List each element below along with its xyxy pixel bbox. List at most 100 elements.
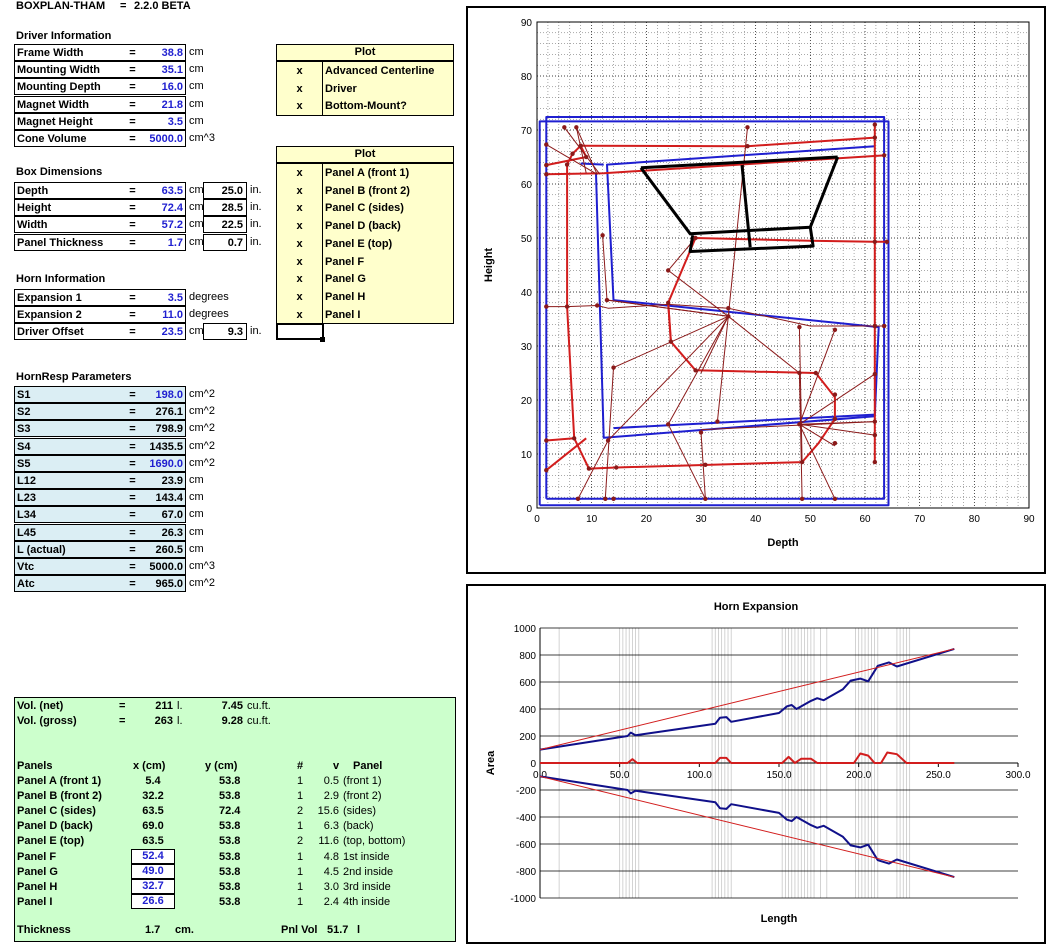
driver-eq: = bbox=[129, 64, 136, 77]
driver-value[interactable]: 5000.0 bbox=[145, 131, 185, 147]
hornresp-value: 276.1 bbox=[155, 406, 183, 419]
plot-checkbox[interactable]: x bbox=[277, 218, 322, 234]
driver-unit: cm bbox=[189, 80, 204, 93]
x-tick-label: 40 bbox=[750, 514, 762, 525]
y-tick-label: 800 bbox=[519, 651, 536, 662]
panel-row-count: 1 bbox=[297, 820, 304, 833]
plot-option-label: Panel C (sides) bbox=[325, 202, 404, 215]
panel-row-volume: 4.8 bbox=[323, 850, 339, 863]
hornresp-value: 798.9 bbox=[155, 423, 183, 436]
pnl-vol-unit: l bbox=[357, 924, 361, 936]
hornresp-row: S5 = 1690.0 bbox=[14, 454, 186, 472]
hornresp-value[interactable]: 1690.0 bbox=[145, 456, 185, 472]
plot-checkbox[interactable]: x bbox=[277, 165, 322, 181]
driver-eq: = bbox=[129, 133, 136, 145]
plot-checkbox[interactable]: x bbox=[277, 289, 322, 305]
plot-checkbox[interactable]: x bbox=[277, 98, 322, 114]
plot-area bbox=[537, 22, 1029, 508]
panel-row-desc: 2nd inside bbox=[343, 865, 394, 878]
vol-net-label: Vol. (net) bbox=[17, 700, 64, 712]
hornresp-eq: = bbox=[129, 509, 136, 522]
panel-row-volume: 4.5 bbox=[323, 865, 339, 878]
panel-row-y: 53.8 bbox=[219, 775, 241, 787]
driver-value[interactable]: 38.8 bbox=[145, 45, 185, 61]
box-inch-value: 22.5 bbox=[221, 219, 243, 232]
x-tick-label: 250.0 bbox=[926, 770, 951, 781]
plot-option-label: Panel G bbox=[325, 273, 366, 286]
plot-checkbox[interactable]: x bbox=[277, 307, 322, 323]
data-point bbox=[604, 297, 610, 303]
app-title-eq: = bbox=[120, 0, 127, 12]
box-value[interactable]: 63.5 bbox=[145, 183, 185, 199]
hornresp-eq: = bbox=[129, 543, 136, 556]
plot2-header: Plot bbox=[276, 146, 454, 163]
box-label: Panel Thickness bbox=[17, 236, 104, 249]
data-point bbox=[544, 468, 549, 473]
driver-row: Mounting Depth = 16.0 bbox=[14, 78, 186, 96]
box-inch-value: 28.5 bbox=[221, 202, 243, 215]
panel-row-x[interactable]: 32.7 bbox=[131, 878, 175, 894]
col-header-panels: Panels bbox=[17, 760, 53, 772]
fill-handle[interactable] bbox=[320, 337, 325, 342]
data-point bbox=[544, 438, 549, 443]
driver-value[interactable]: 35.1 bbox=[145, 62, 185, 78]
hornresp-value[interactable]: 198.0 bbox=[145, 387, 185, 403]
horn-label: Expansion 2 bbox=[17, 309, 82, 322]
data-point bbox=[832, 327, 838, 332]
horn-value[interactable]: 3.5 bbox=[145, 290, 185, 306]
hornresp-eq: = bbox=[129, 406, 136, 419]
horn-row: Expansion 1 = 3.5 bbox=[14, 289, 186, 306]
plot-checkbox[interactable]: x bbox=[277, 81, 322, 97]
x-tick-label: 50.0 bbox=[610, 770, 630, 781]
hornresp-row: S4 = 1435.5 bbox=[14, 437, 186, 455]
data-point bbox=[698, 430, 704, 435]
selected-cell[interactable] bbox=[276, 323, 324, 340]
data-point bbox=[603, 496, 608, 502]
vol-net-unit: l. bbox=[177, 700, 183, 712]
horn-expansion-svg: Horn Expansion -1000 -800 -600 -400 -200 0 200 4… bbox=[485, 601, 1031, 925]
box-row: Width = 57.2 bbox=[14, 216, 186, 234]
y-tick-label: -600 bbox=[516, 840, 536, 851]
panel-row-label: Panel E (top) bbox=[17, 835, 85, 848]
hornresp-unit: cm^2 bbox=[189, 456, 215, 469]
box-value[interactable]: 57.2 bbox=[145, 217, 185, 233]
box-inch-box: 25.0 bbox=[203, 182, 247, 199]
box-inch-unit: in. bbox=[250, 235, 262, 248]
plot-checkbox[interactable]: x bbox=[277, 254, 322, 270]
x-tick-label: 90 bbox=[1023, 514, 1035, 525]
x-tick-label: 70 bbox=[914, 514, 926, 525]
panel-row-y: 53.8 bbox=[219, 790, 241, 803]
plot-checkbox[interactable]: x bbox=[277, 63, 322, 79]
box-row: Height = 72.4 bbox=[14, 199, 186, 217]
vol-gross-label: Vol. (gross) bbox=[17, 715, 77, 727]
hornresp-value: 26.3 bbox=[161, 526, 183, 539]
plot-checkbox[interactable]: x bbox=[277, 271, 322, 287]
x-tick-label: 60 bbox=[859, 514, 871, 525]
driver-value[interactable]: 16.0 bbox=[145, 79, 185, 95]
box-inch-box: 0.7 bbox=[203, 233, 247, 251]
driver-value[interactable]: 3.5 bbox=[145, 114, 185, 130]
data-point bbox=[666, 300, 671, 305]
data-point bbox=[668, 339, 674, 344]
box-value[interactable]: 72.4 bbox=[145, 200, 185, 216]
hornresp-value: 23.9 bbox=[161, 475, 183, 487]
plot-checkbox[interactable]: x bbox=[277, 200, 322, 216]
plot-checkbox[interactable]: x bbox=[277, 236, 322, 252]
driver-label: Cone Volume bbox=[17, 133, 87, 145]
y-tick-label: -400 bbox=[516, 813, 536, 824]
plot-checkbox[interactable]: x bbox=[277, 183, 322, 199]
data-point bbox=[666, 268, 671, 273]
horn-value[interactable]: 11.0 bbox=[145, 307, 185, 323]
panel-row-x[interactable]: 52.4 bbox=[131, 848, 175, 864]
panel-row-volume: 3.0 bbox=[323, 880, 339, 893]
panel-row-x[interactable]: 26.6 bbox=[131, 893, 175, 909]
horn-inch-value: 9.3 bbox=[227, 326, 243, 339]
app-version: 2.2.0 BETA bbox=[134, 0, 191, 12]
x-tick-label: 200.0 bbox=[846, 770, 871, 781]
horn-value[interactable]: 23.5 bbox=[145, 324, 185, 340]
hornresp-unit: cm^2 bbox=[189, 388, 215, 400]
panel-row-x[interactable]: 49.0 bbox=[131, 863, 175, 879]
driver-value[interactable]: 21.8 bbox=[145, 97, 185, 113]
data-point bbox=[578, 143, 583, 148]
box-value[interactable]: 1.7 bbox=[145, 235, 185, 251]
